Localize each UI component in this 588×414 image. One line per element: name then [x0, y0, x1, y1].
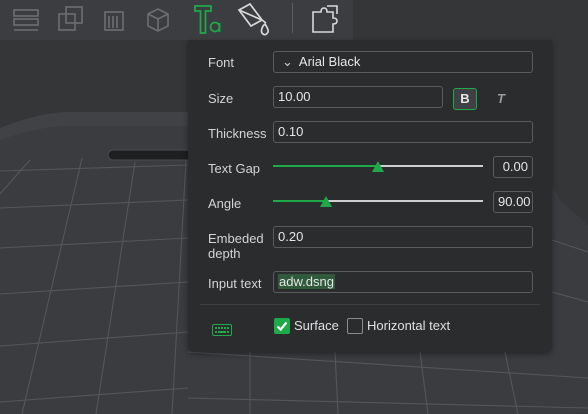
panel-divider [200, 304, 540, 305]
size-label: Size [208, 91, 234, 106]
surface-label: Surface [294, 318, 339, 333]
checkmark-icon [276, 321, 288, 332]
input-text-value: adw.dsng [278, 274, 335, 289]
paint-bucket-icon[interactable] [234, 0, 274, 38]
angle-slider[interactable] [273, 193, 483, 209]
thickness-label: Thickness [208, 126, 267, 141]
boolean-icon[interactable] [52, 0, 88, 38]
size-input[interactable]: 10.00 [273, 86, 443, 108]
embeded-depth-input[interactable]: 0.20 [273, 226, 533, 248]
input-text-label: Input text [208, 276, 262, 291]
italic-button[interactable]: T [491, 89, 511, 111]
slider-fill [273, 200, 326, 202]
surface-checkbox[interactable] [274, 318, 290, 334]
text-tool-panel: Font ⌄ Arial Black Size 10.00 B T Thickne… [188, 40, 552, 352]
text-tool-icon[interactable] [188, 0, 228, 38]
cube-icon[interactable] [140, 0, 176, 38]
text-gap-input[interactable]: 0.00 [493, 156, 533, 178]
text-gap-label: Text Gap [208, 161, 261, 176]
input-text-field[interactable]: adw.dsng [273, 271, 533, 293]
layers-icon[interactable] [8, 0, 44, 38]
chevron-down-icon: ⌄ [282, 54, 293, 69]
slider-thumb[interactable] [372, 161, 384, 172]
keyboard-icon[interactable] [212, 323, 232, 341]
bold-button[interactable]: B [453, 88, 477, 110]
thickness-input[interactable]: 0.10 [273, 121, 533, 143]
font-label: Font [208, 55, 235, 70]
slice-icon[interactable] [96, 0, 132, 38]
embeded-depth-label-line1: Embeded [208, 231, 264, 246]
angle-label: Angle [208, 196, 242, 211]
embeded-depth-label-line2: depth [208, 246, 241, 261]
font-value: Arial Black [298, 54, 361, 69]
font-dropdown[interactable]: ⌄ Arial Black [273, 51, 533, 73]
assembly-icon[interactable] [306, 0, 346, 38]
angle-input[interactable]: 90.00 [493, 191, 533, 213]
text-gap-slider[interactable] [273, 158, 483, 174]
slider-fill [273, 165, 378, 167]
horizontal-text-checkbox[interactable] [347, 318, 363, 334]
horizontal-text-label: Horizontal text [367, 318, 451, 333]
top-toolbar [0, 0, 353, 40]
slider-thumb[interactable] [320, 196, 332, 207]
toolbar-separator [292, 3, 293, 33]
